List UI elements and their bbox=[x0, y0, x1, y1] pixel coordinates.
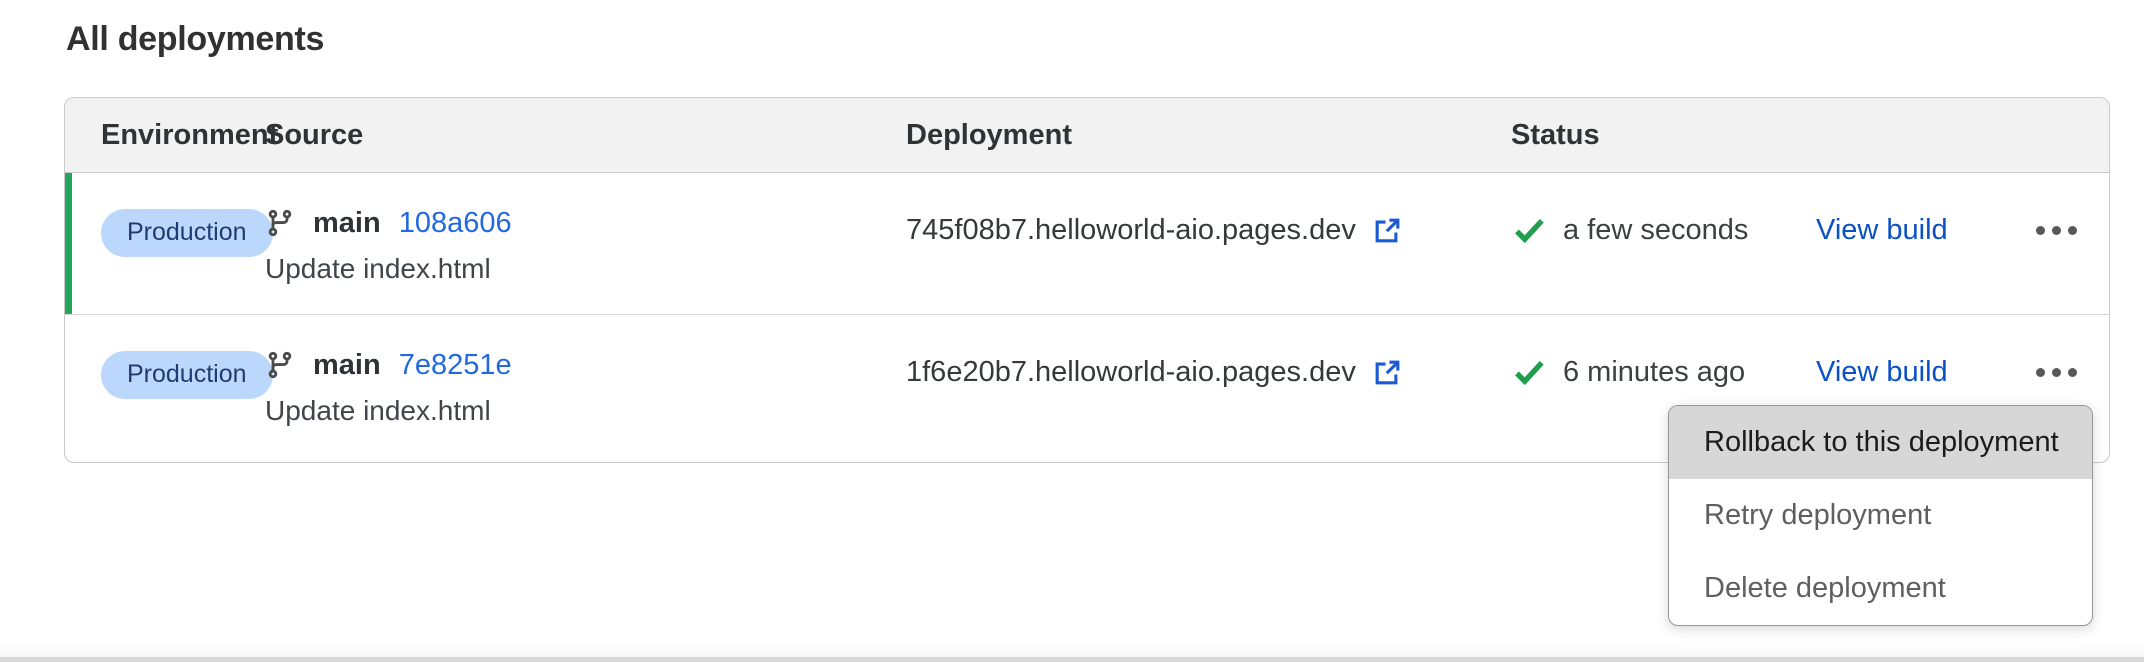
commit-link[interactable]: 7e8251e bbox=[399, 349, 512, 382]
ellipsis-icon[interactable] bbox=[2034, 358, 2079, 387]
current-deployment-indicator bbox=[65, 173, 72, 314]
status-time: a few seconds bbox=[1563, 214, 1748, 247]
table-header-row: Environment Source Deployment Status bbox=[65, 98, 2109, 173]
ellipsis-icon[interactable] bbox=[2034, 216, 2079, 245]
deployment-url: 745f08b7.helloworld-aio.pages.dev bbox=[906, 211, 1356, 249]
commit-message: Update index.html bbox=[265, 393, 906, 429]
menu-item-delete[interactable]: Delete deployment bbox=[1669, 552, 2092, 625]
view-build-link[interactable]: View build bbox=[1816, 356, 1948, 389]
commit-message: Update index.html bbox=[265, 251, 906, 287]
commit-link[interactable]: 108a606 bbox=[399, 207, 512, 240]
status-time: 6 minutes ago bbox=[1563, 356, 1745, 389]
git-branch-icon bbox=[265, 350, 295, 380]
page-title: All deployments bbox=[66, 20, 324, 59]
menu-item-rollback[interactable]: Rollback to this deployment bbox=[1669, 406, 2092, 479]
external-link-icon[interactable] bbox=[1372, 357, 1403, 388]
branch-name: main bbox=[313, 207, 381, 240]
check-icon bbox=[1511, 355, 1547, 389]
column-header-status: Status bbox=[1511, 119, 2109, 152]
view-build-link[interactable]: View build bbox=[1816, 214, 1948, 247]
column-header-environment: Environment bbox=[65, 119, 265, 152]
branch-name: main bbox=[313, 349, 381, 382]
environment-badge: Production bbox=[101, 351, 273, 399]
section-divider bbox=[0, 644, 2144, 662]
menu-item-retry[interactable]: Retry deployment bbox=[1669, 479, 2092, 552]
check-icon bbox=[1511, 213, 1547, 247]
column-header-deployment: Deployment bbox=[906, 119, 1511, 152]
table-row: Production main 108a606 Update index.htm… bbox=[65, 173, 2109, 314]
environment-badge: Production bbox=[101, 209, 273, 257]
external-link-icon[interactable] bbox=[1372, 215, 1403, 246]
git-branch-icon bbox=[265, 208, 295, 238]
column-header-source: Source bbox=[265, 119, 906, 152]
deployment-context-menu: Rollback to this deployment Retry deploy… bbox=[1668, 405, 2093, 626]
deployment-url: 1f6e20b7.helloworld-aio.pages.dev bbox=[906, 353, 1356, 391]
